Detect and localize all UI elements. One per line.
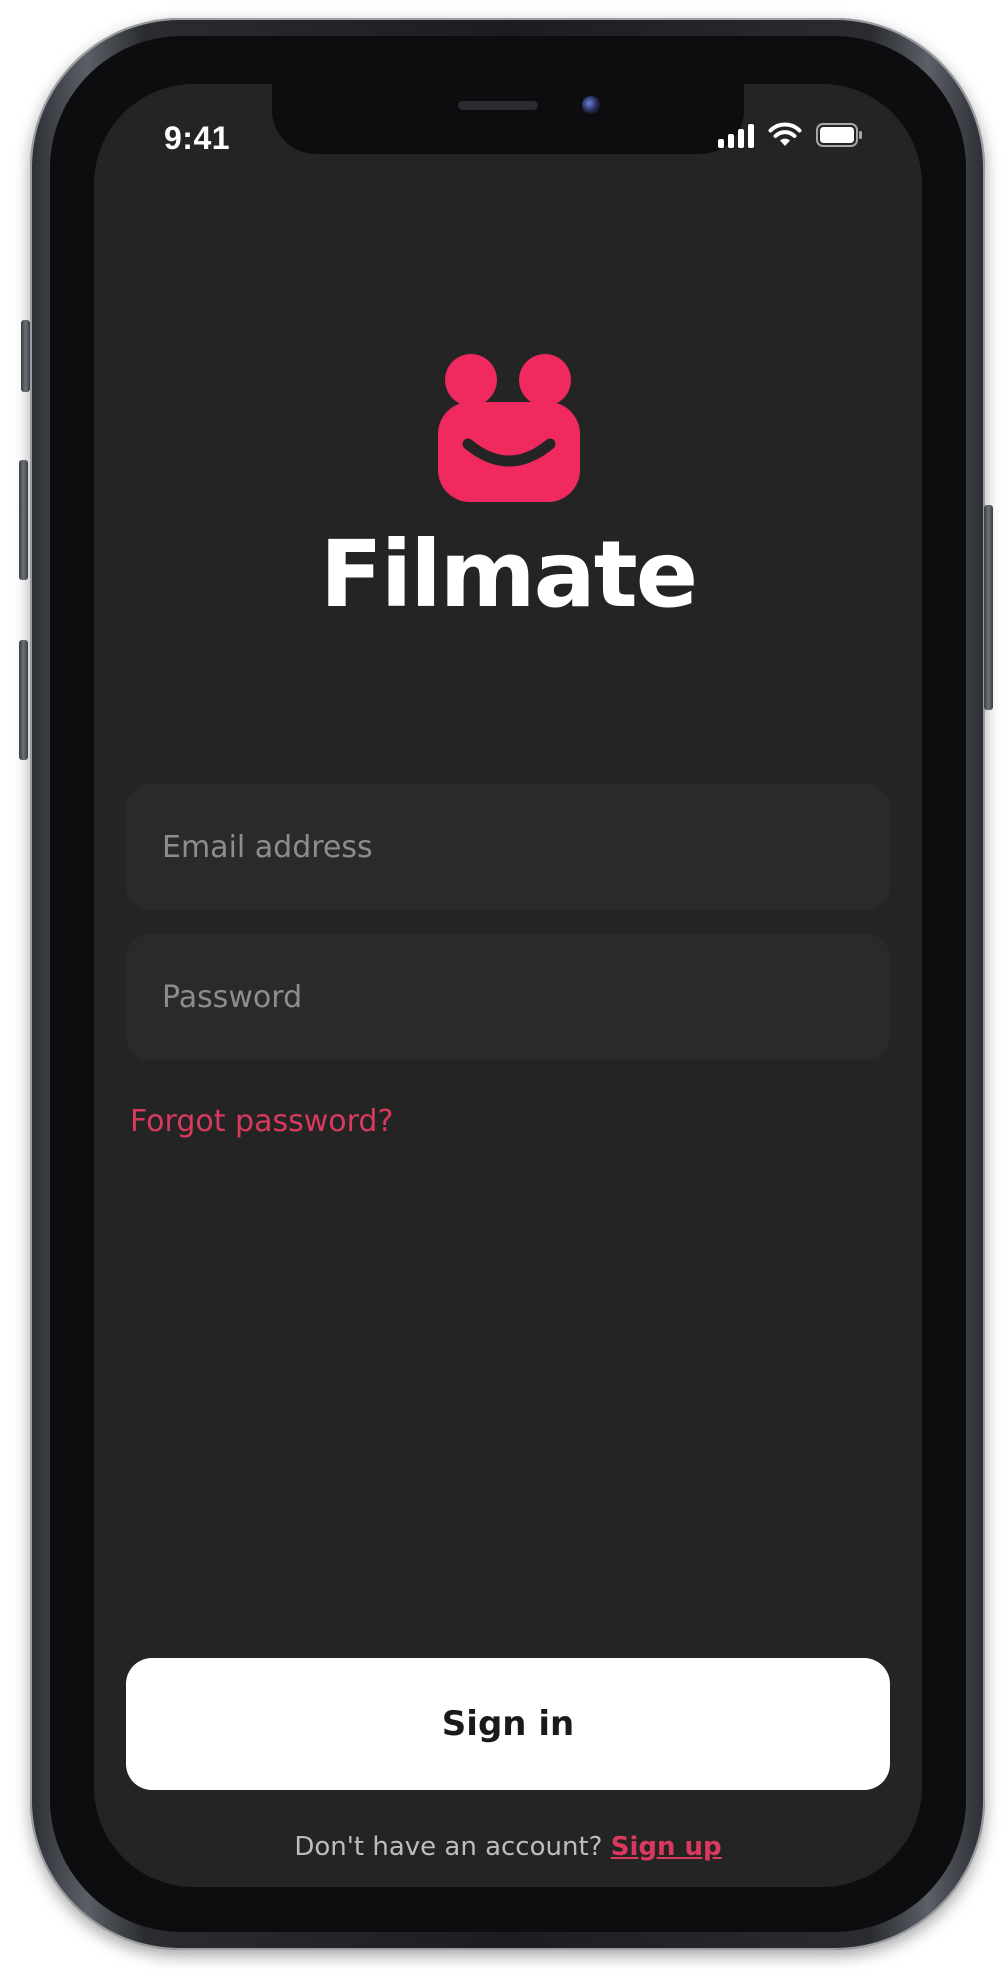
wifi-icon: [768, 122, 802, 146]
sign-in-button[interactable]: Sign in: [126, 1658, 890, 1790]
password-field[interactable]: [126, 934, 890, 1060]
silent-switch: [21, 320, 30, 392]
status-icons: [718, 122, 864, 148]
app-title: Filmate: [319, 521, 698, 628]
notch: [272, 84, 744, 154]
signup-prompt-row: Don't have an account? Sign up: [94, 1832, 922, 1862]
battery-icon: [816, 123, 862, 147]
email-field[interactable]: [126, 784, 890, 910]
power-button: [984, 505, 993, 710]
signal-icon: [718, 122, 754, 148]
front-camera-icon: [582, 96, 600, 114]
sign-up-link[interactable]: Sign up: [611, 1832, 722, 1862]
volume-down-button: [19, 640, 28, 760]
signup-prompt-text: Don't have an account?: [294, 1832, 611, 1862]
app-screen: 9:41 Filmate Email address Forgot passwo…: [94, 84, 922, 1887]
forgot-password-link[interactable]: Forgot password?: [130, 1104, 393, 1139]
volume-up-button: [19, 460, 28, 580]
status-time: 9:41: [164, 120, 231, 156]
speaker-grille: [458, 101, 538, 110]
page: 9:41 Filmate Email address Forgot passwo…: [0, 0, 1007, 1969]
smiley-camera-logo-icon: [438, 354, 580, 502]
